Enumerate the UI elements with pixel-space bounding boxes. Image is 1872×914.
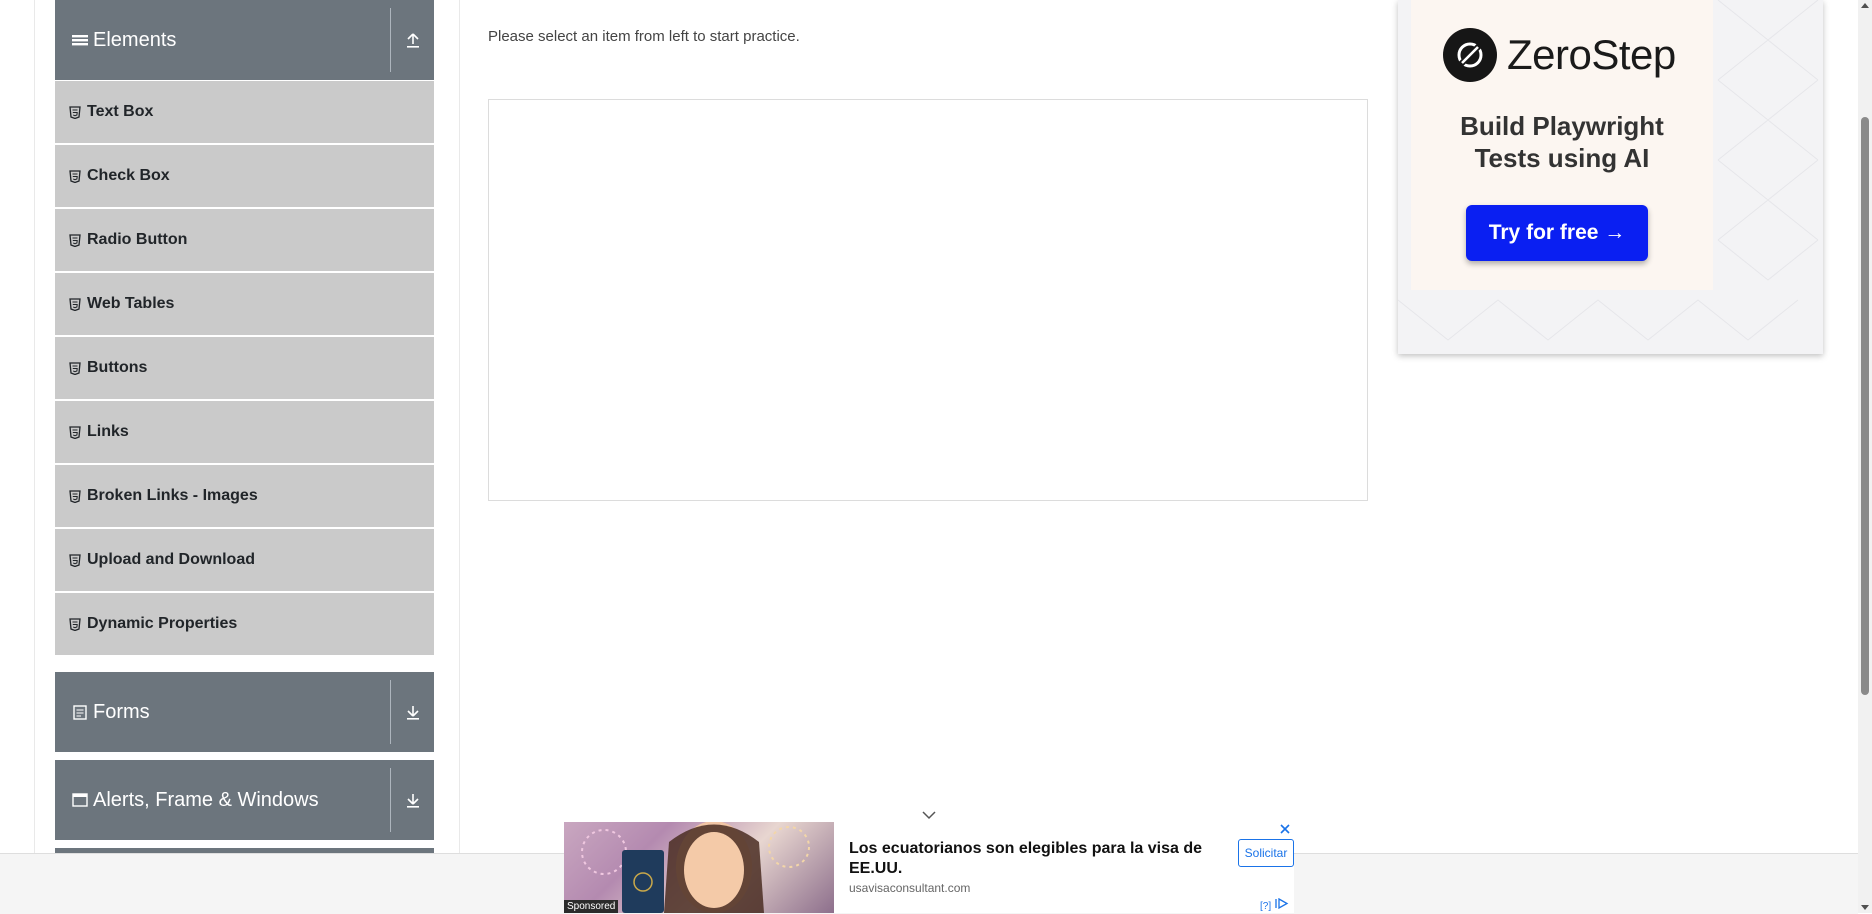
html5-icon — [69, 169, 81, 183]
menu-item-label: Buttons — [87, 359, 148, 376]
html5-icon — [69, 361, 81, 375]
html5-icon — [69, 489, 81, 503]
adchoices-icon — [1275, 897, 1289, 910]
ad-image-passport: Sponsored — [564, 822, 834, 913]
menu-item-upload-download[interactable]: Upload and Download — [55, 529, 434, 593]
html5-icon — [69, 617, 81, 631]
menu-item-check-box[interactable]: Check Box — [55, 145, 434, 209]
expand-down-icon[interactable] — [400, 760, 426, 840]
menu-item-label: Links — [87, 423, 129, 440]
menu-item-label: Broken Links - Images — [87, 487, 258, 504]
header-divider — [390, 8, 391, 72]
menu-item-label: Text Box — [87, 103, 154, 120]
form-icon — [71, 703, 89, 721]
menu-item-broken-links[interactable]: Broken Links - Images — [55, 465, 434, 529]
menu-item-label: Check Box — [87, 167, 170, 184]
elements-menu-list: Text Box Check Box Radio Button Web Tabl… — [55, 81, 434, 657]
html5-icon — [69, 297, 81, 311]
try-for-free-button[interactable]: Try for free → — [1466, 205, 1648, 261]
scrollbar-thumb[interactable] — [1861, 117, 1869, 695]
ad-tagline: Build Playwright Tests using AI — [1411, 110, 1713, 174]
hamburger-icon — [71, 31, 89, 49]
html5-icon — [69, 105, 81, 119]
sponsored-label: Sponsored — [564, 900, 619, 913]
ad-tagline-line2: Tests using AI — [1474, 143, 1650, 173]
zerostep-logo-icon — [1443, 28, 1497, 82]
group-header-alerts-frame-windows[interactable]: Alerts, Frame & Windows — [55, 760, 434, 840]
ad-zerostep[interactable]: ZeroStep Build Playwright Tests using AI… — [1398, 0, 1823, 354]
menu-item-links[interactable]: Links — [55, 401, 434, 465]
group-header-elements[interactable]: Elements — [55, 0, 434, 80]
header-divider — [390, 768, 391, 832]
zerostep-brand: ZeroStep — [1507, 31, 1676, 78]
practice-prompt: Please select an item from left to start… — [488, 28, 800, 45]
menu-item-dynamic-properties[interactable]: Dynamic Properties — [55, 593, 434, 657]
zerostep-logo: ZeroStep — [1443, 28, 1676, 82]
menu-item-web-tables[interactable]: Web Tables — [55, 273, 434, 337]
practice-area — [488, 99, 1368, 501]
collapse-up-icon[interactable] — [400, 0, 426, 80]
scroll-down-arrow-icon[interactable] — [1861, 905, 1869, 910]
menu-item-text-box[interactable]: Text Box — [55, 81, 434, 145]
menu-item-buttons[interactable]: Buttons — [55, 337, 434, 401]
menu-item-label: Web Tables — [87, 295, 175, 312]
scroll-up-arrow-icon[interactable] — [1861, 3, 1869, 8]
ad-choices-label: [?] — [1260, 901, 1272, 912]
group-title-forms: Forms — [93, 700, 150, 723]
menu-item-label: Upload and Download — [87, 551, 255, 568]
chevron-down-icon[interactable] — [919, 808, 939, 822]
ad-title[interactable]: Los ecuatorianos son elegibles para la v… — [849, 839, 1219, 879]
ad-choices[interactable]: [?] — [1260, 897, 1290, 912]
ad-url[interactable]: usavisaconsultant.com — [849, 881, 970, 895]
close-icon[interactable] — [1278, 822, 1292, 836]
ad-tagline-line1: Build Playwright — [1460, 111, 1664, 141]
expand-down-icon[interactable] — [400, 672, 426, 752]
menu-item-label: Dynamic Properties — [87, 615, 238, 632]
bottom-ad[interactable]: Sponsored Los ecuatorianos son elegibles… — [564, 822, 1294, 913]
window-icon — [71, 791, 89, 809]
group-header-forms[interactable]: Forms — [55, 672, 434, 752]
menu-item-label: Radio Button — [87, 231, 188, 248]
vertical-scrollbar[interactable] — [1858, 0, 1872, 913]
menu-item-radio-button[interactable]: Radio Button — [55, 209, 434, 273]
html5-icon — [69, 233, 81, 247]
header-divider — [390, 680, 391, 744]
ad-card: ZeroStep Build Playwright Tests using AI… — [1411, 0, 1713, 290]
html5-icon — [69, 425, 81, 439]
group-title-elements: Elements — [93, 28, 177, 51]
solicitar-button[interactable]: Solicitar — [1238, 839, 1294, 867]
group-title-alerts: Alerts, Frame & Windows — [93, 788, 319, 811]
html5-icon — [69, 553, 81, 567]
